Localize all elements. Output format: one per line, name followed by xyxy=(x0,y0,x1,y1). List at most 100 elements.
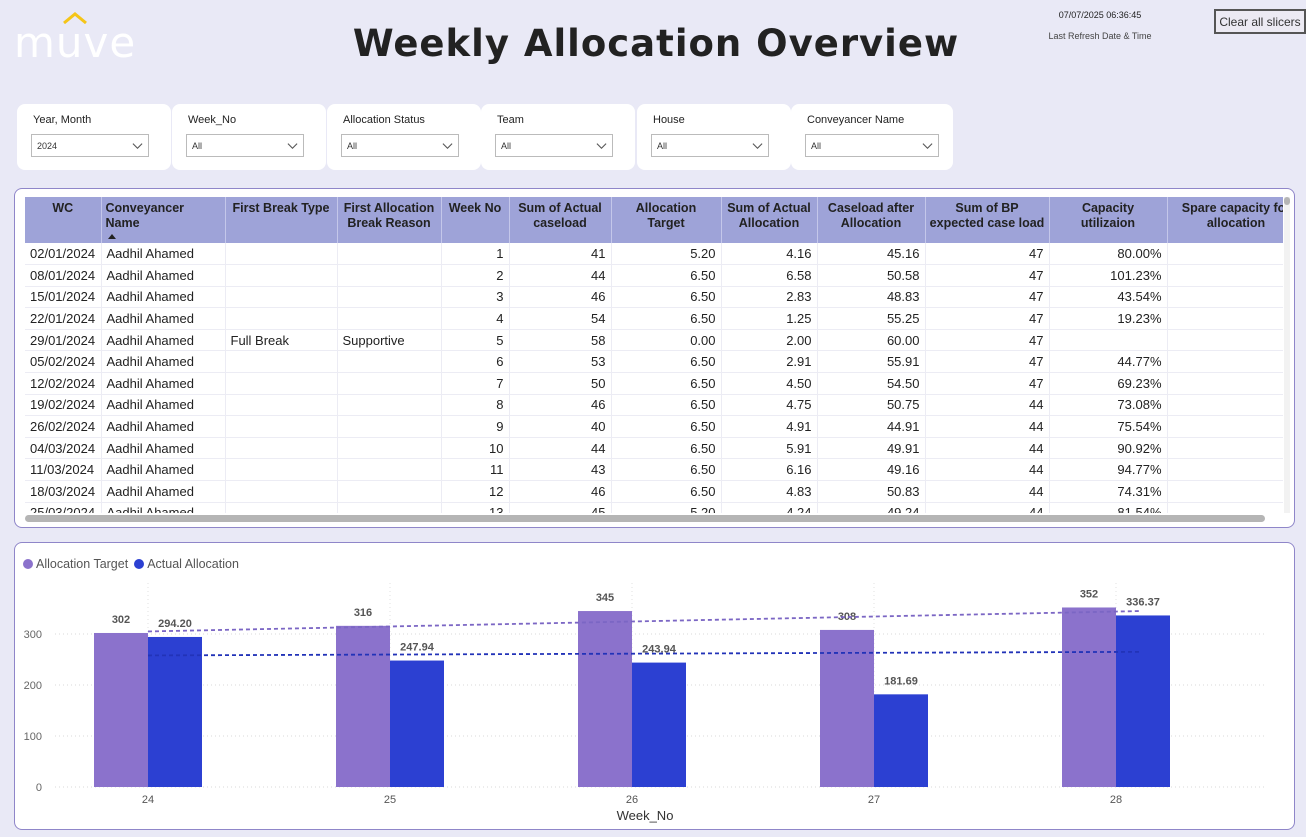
table-row[interactable]: 02/01/2024 Aadhil Ahamed 1 41 5.20 4.16 45.16 4… xyxy=(25,243,1283,266)
chevron-down-icon xyxy=(922,143,933,150)
bar-actual-allocation[interactable] xyxy=(874,694,928,787)
table-row[interactable]: 19/02/2024 Aadhil Ahamed 8 46 6.50 4.75 50.75 4… xyxy=(25,394,1283,417)
table-cell: Aadhil Ahamed xyxy=(101,286,226,309)
slicer-dropdown-conveyancer-name[interactable]: All xyxy=(805,134,939,157)
slicer-dropdown-week-no[interactable]: All xyxy=(186,134,304,157)
table-cell: Aadhil Ahamed xyxy=(101,372,226,395)
table-cell: 15/01/2024 xyxy=(25,286,102,309)
table-cell: 6.50 xyxy=(611,437,722,460)
table-row[interactable]: 29/01/2024 Aadhil Ahamed Full Break Support… xyxy=(25,329,1283,352)
bar-actual-allocation[interactable] xyxy=(1116,615,1170,787)
scrollbar-thumb[interactable] xyxy=(1284,197,1290,205)
table-cell: 47 xyxy=(925,286,1050,309)
table-cell: 49.91 xyxy=(817,437,926,460)
chevron-down-icon xyxy=(287,143,298,150)
table-cell: 1.25 xyxy=(721,307,818,330)
bar-allocation-target[interactable] xyxy=(336,625,390,787)
slicer-label: House xyxy=(653,114,685,126)
table-cell: Aadhil Ahamed xyxy=(101,415,226,438)
table-cell xyxy=(337,350,442,374)
table-cell: 19/02/2024 xyxy=(25,394,102,417)
table-cell: 5.91 xyxy=(721,437,818,460)
table-cell xyxy=(337,264,442,287)
slicer-team: Team All xyxy=(481,104,635,170)
table-cell: 4.75 xyxy=(721,394,818,417)
table-row[interactable]: 11/03/2024 Aadhil Ahamed 11 43 6.50 6.16 49.16… xyxy=(25,458,1283,482)
table-cell: 18/03/2024 xyxy=(25,480,102,503)
clear-all-slicers-button[interactable]: Clear all slicers xyxy=(1214,9,1306,34)
bar-allocation-target[interactable] xyxy=(1062,607,1116,787)
column-header-caseload-after-allocation[interactable]: Caseload after Allocation xyxy=(817,197,926,243)
table-cell xyxy=(337,415,442,438)
table-cell: 49.24 xyxy=(817,502,926,513)
column-header-actual-caseload[interactable]: Sum of Actual caseload xyxy=(509,197,612,243)
slicer-dropdown-year-month[interactable]: 2024 xyxy=(31,134,149,157)
column-header-bp-expected-case-load[interactable]: Sum of BP expected case load xyxy=(925,197,1050,243)
bar-actual-allocation[interactable] xyxy=(148,636,202,787)
column-header-week-no[interactable]: Week No xyxy=(441,197,510,243)
table-row[interactable]: 15/01/2024 Aadhil Ahamed 3 46 6.50 2.83 48.83 4… xyxy=(25,286,1283,309)
table-cell: 73.08% xyxy=(1049,394,1168,417)
data-label: 181.69 xyxy=(884,675,918,687)
table-cell: 46 xyxy=(509,480,612,503)
table-cell: Aadhil Ahamed xyxy=(101,502,226,513)
column-header-first-break-type[interactable]: First Break Type xyxy=(225,197,338,243)
column-header-first-allocation-break-reason[interactable]: First Allocation Break Reason xyxy=(337,197,442,243)
table-cell: 44 xyxy=(925,415,1050,438)
table-row[interactable]: 08/01/2024 Aadhil Ahamed 2 44 6.50 6.58 50.58 4… xyxy=(25,264,1283,287)
table-cell: 5 xyxy=(1167,307,1283,330)
slicer-value: All xyxy=(192,141,203,151)
table-cell: 50.83 xyxy=(817,480,926,503)
table-cell: 6.58 xyxy=(721,264,818,287)
bar-actual-allocation[interactable] xyxy=(390,660,444,787)
table-cell: Aadhil Ahamed xyxy=(101,243,226,266)
table-cell xyxy=(225,372,338,395)
table-cell xyxy=(337,502,442,513)
table-cell: 12 xyxy=(441,480,510,503)
table-cell: 47 xyxy=(925,372,1050,395)
table-cell: 44.91 xyxy=(817,415,926,438)
table-row[interactable]: 26/02/2024 Aadhil Ahamed 9 40 6.50 4.91 44.91 4… xyxy=(25,415,1283,438)
slicer-dropdown-house[interactable]: All xyxy=(651,134,769,157)
table-cell: 44.77% xyxy=(1049,350,1168,374)
table-cell: 47 xyxy=(925,264,1050,287)
column-header-allocation-target[interactable]: Allocation Target xyxy=(611,197,722,243)
allocation-table-viewport: WC Conveyancer Name First Break Type Fir… xyxy=(25,197,1283,513)
x-tick-label: 27 xyxy=(868,794,880,806)
table-cell: 60.00 xyxy=(817,329,926,352)
slicer-allocation-status: Allocation Status All xyxy=(327,104,481,170)
bar-allocation-target[interactable] xyxy=(578,611,632,787)
table-row[interactable]: 25/03/2024 Aadhil Ahamed 13 45 5.20 4.24 49.24… xyxy=(25,502,1283,513)
table-cell: 29/01/2024 xyxy=(25,329,102,352)
slicer-dropdown-team[interactable]: All xyxy=(495,134,613,157)
table-row[interactable]: 18/03/2024 Aadhil Ahamed 12 46 6.50 4.83 50.83… xyxy=(25,480,1283,503)
bar-allocation-target[interactable] xyxy=(94,632,148,787)
table-horizontal-scrollbar[interactable] xyxy=(25,515,1265,522)
allocation-table-panel: WC Conveyancer Name First Break Type Fir… xyxy=(14,188,1295,528)
table-row[interactable]: 22/01/2024 Aadhil Ahamed 4 54 6.50 1.25 55.25 4… xyxy=(25,307,1283,330)
table-vertical-scrollbar[interactable] xyxy=(1284,197,1290,513)
table-cell: 44 xyxy=(509,437,612,460)
column-header-actual-allocation[interactable]: Sum of Actual Allocation xyxy=(721,197,818,243)
table-row[interactable]: 12/02/2024 Aadhil Ahamed 7 50 6.50 4.50 54.50 4… xyxy=(25,372,1283,395)
table-cell: 4.83 xyxy=(721,480,818,503)
table-cell xyxy=(337,480,442,503)
sort-ascending-icon xyxy=(107,234,116,239)
column-header-conveyancer-name[interactable]: Conveyancer Name xyxy=(101,197,226,243)
column-header-capacity-utilization[interactable]: Capacity utilizaion xyxy=(1049,197,1168,243)
table-row[interactable]: 05/02/2024 Aadhil Ahamed 6 53 6.50 2.91 55.91 4… xyxy=(25,350,1283,374)
table-cell: 69.23% xyxy=(1049,372,1168,395)
table-cell xyxy=(225,502,338,513)
table-cell: Aadhil Ahamed xyxy=(101,394,226,417)
table-row[interactable]: 04/03/2024 Aadhil Ahamed 10 44 6.50 5.91 49.91… xyxy=(25,437,1283,460)
table-cell: 2 xyxy=(441,264,510,287)
table-cell: 50 xyxy=(509,372,612,395)
slicer-dropdown-allocation-status[interactable]: All xyxy=(341,134,459,157)
table-cell: 2 xyxy=(1167,372,1283,395)
bar-actual-allocation[interactable] xyxy=(632,662,686,787)
table-cell xyxy=(337,243,442,266)
column-header-spare-capacity[interactable]: Spare capacity for allocation xyxy=(1167,197,1283,243)
table-cell: 6.50 xyxy=(611,394,722,417)
column-header-wc[interactable]: WC xyxy=(25,197,102,243)
allocation-chart-panel: Allocation Target Actual Allocation 0 100… xyxy=(14,542,1295,830)
